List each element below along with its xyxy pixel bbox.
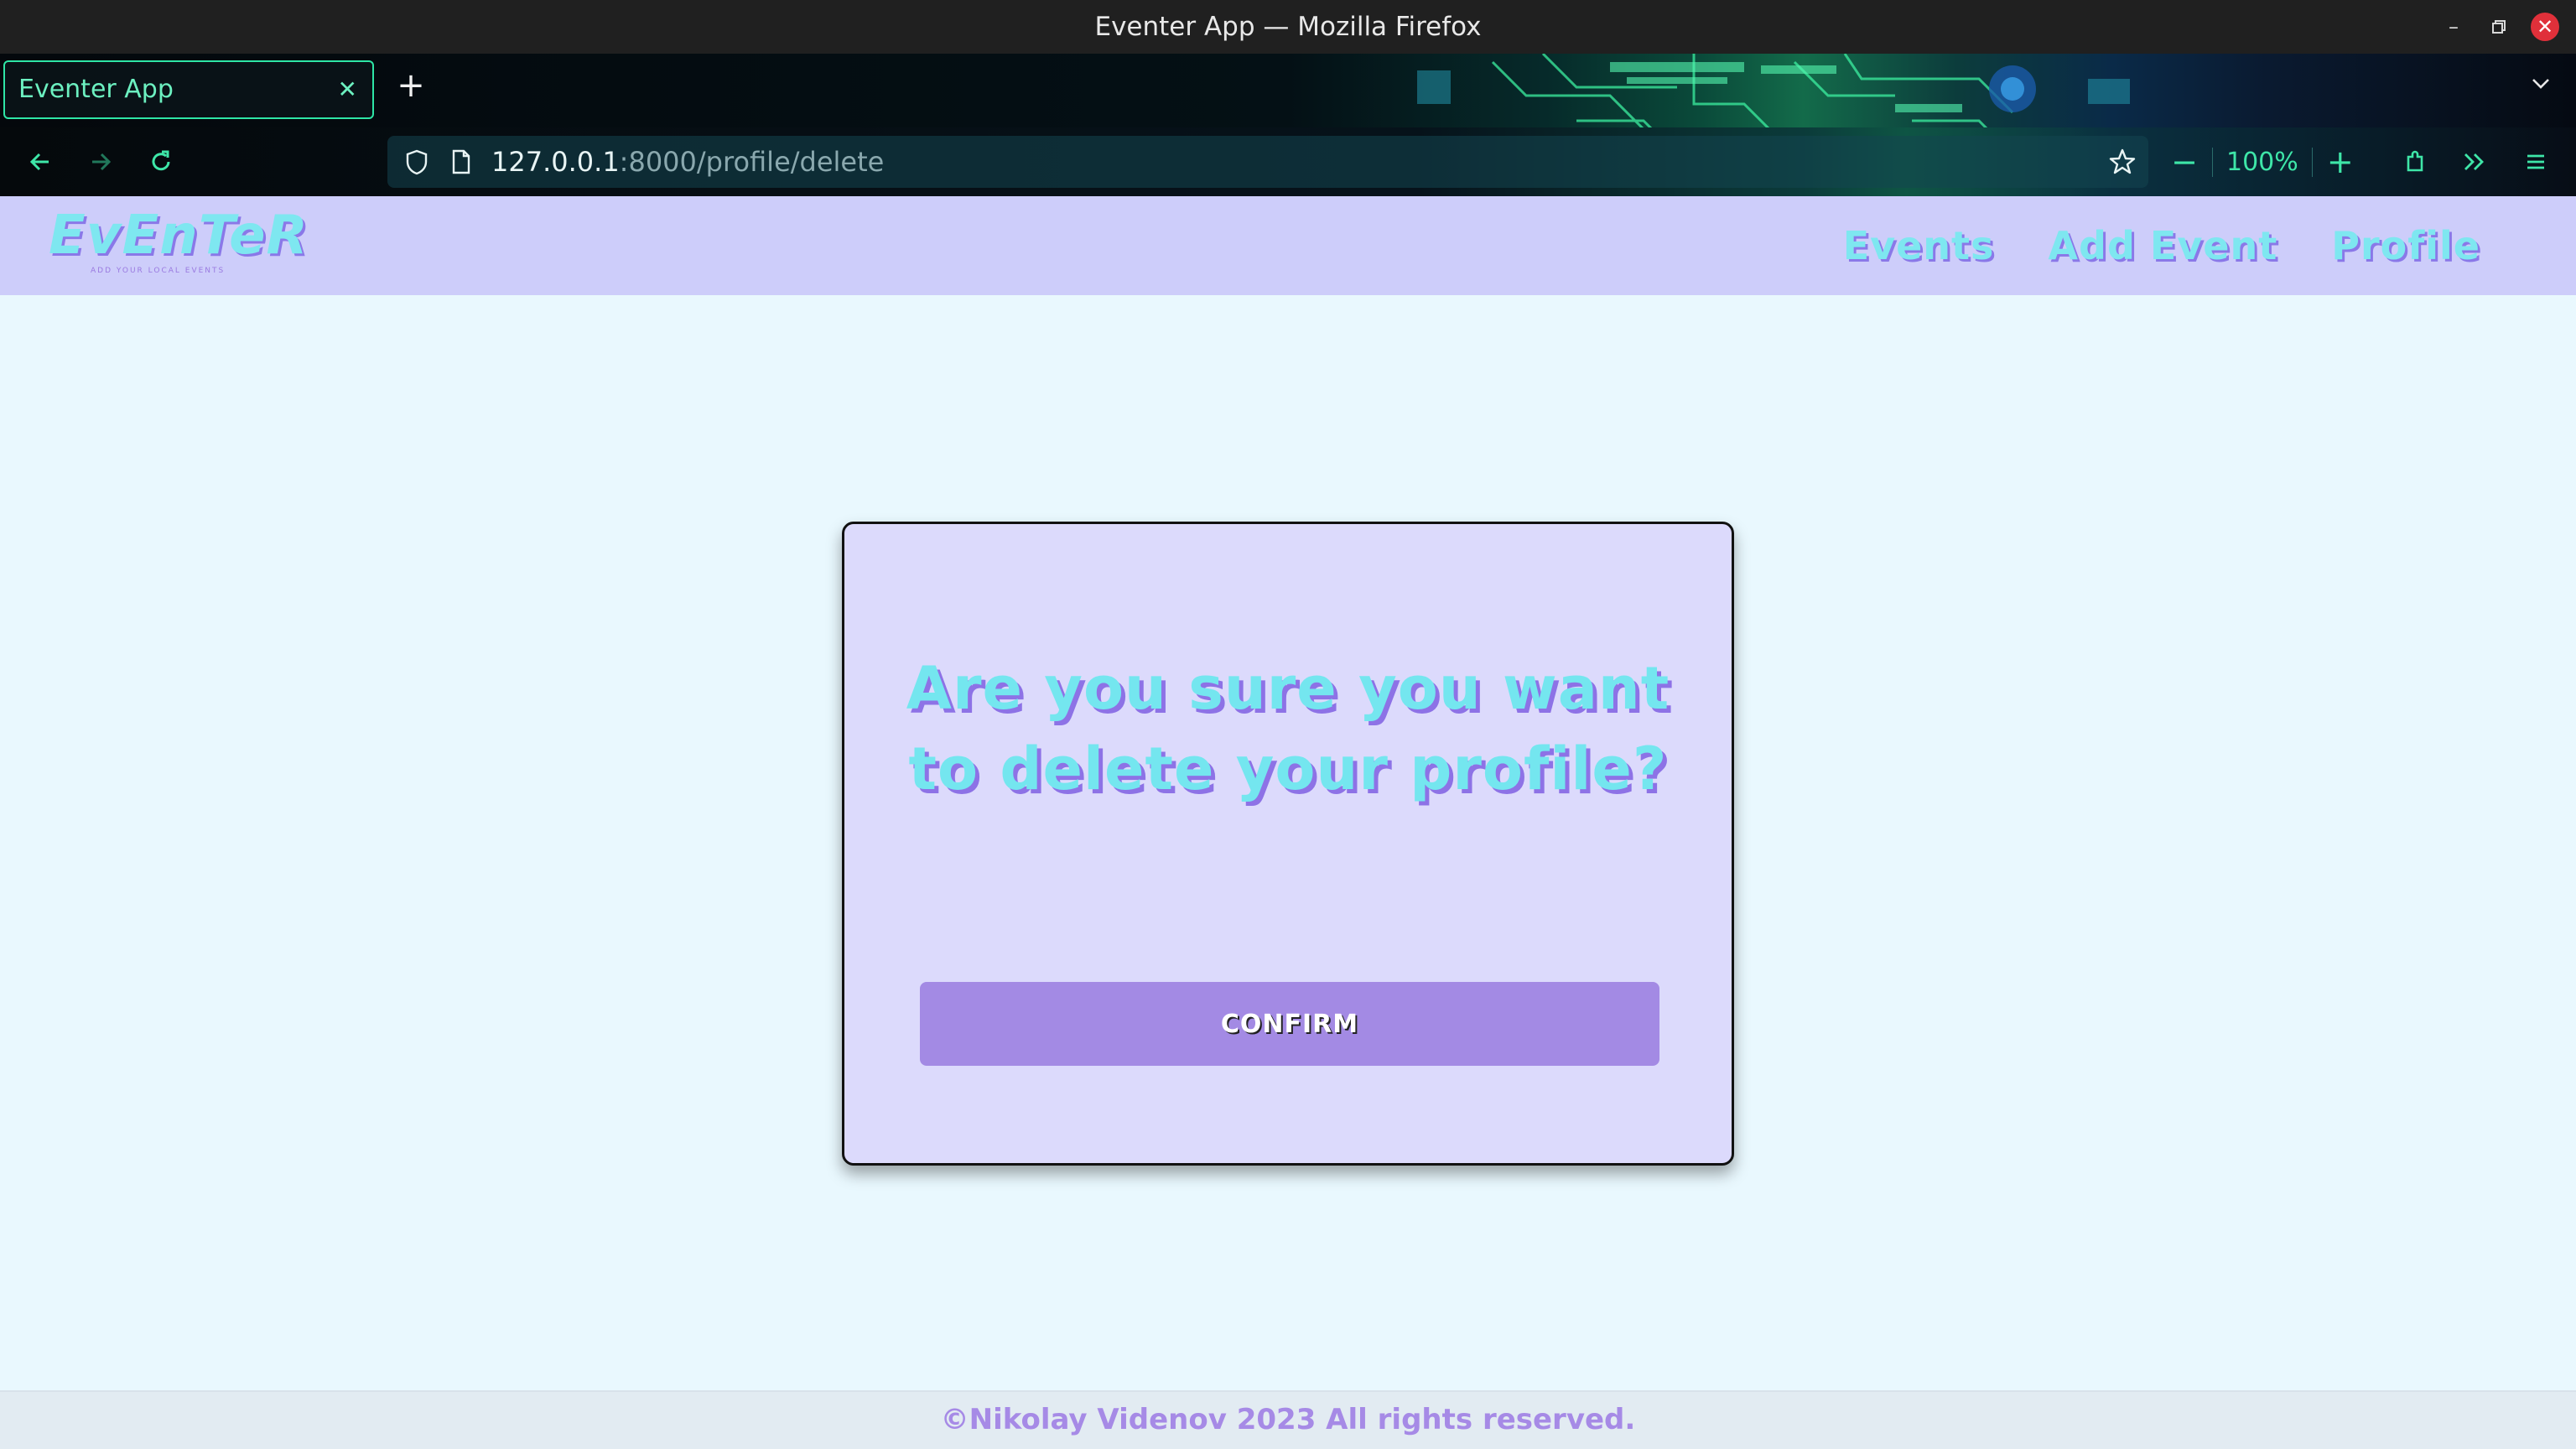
reload-icon[interactable]: [144, 145, 178, 179]
tab-strip: Eventer App ✕ +: [0, 54, 2576, 127]
hamburger-menu-icon[interactable]: [2519, 145, 2553, 179]
list-all-tabs-icon[interactable]: [2524, 70, 2558, 104]
site-logo[interactable]: EvEnTeR ADD YOUR LOCAL EVENTS: [49, 205, 308, 285]
bookmark-star-icon[interactable]: [2106, 146, 2138, 178]
logo-tagline: ADD YOUR LOCAL EVENTS: [91, 267, 226, 275]
url-text[interactable]: 127.0.0.1:8000/profile/delete: [491, 136, 884, 188]
new-tab-icon[interactable]: +: [394, 69, 428, 102]
site-header: EvEnTeR ADD YOUR LOCAL EVENTS Events Add…: [0, 196, 2576, 295]
logo-wordmark: EvEnTeR: [49, 205, 309, 267]
extensions-icon[interactable]: [2398, 145, 2432, 179]
back-icon[interactable]: [23, 145, 57, 179]
zoom-level[interactable]: 100%: [2212, 147, 2313, 177]
zoom-out-icon[interactable]: −: [2165, 143, 2204, 180]
delete-profile-card: Are you sure you want to delete your pro…: [842, 522, 1734, 1166]
page-info-icon[interactable]: [444, 146, 476, 178]
theme-background-image: [1417, 54, 2130, 127]
forward-icon[interactable]: [84, 145, 117, 179]
zoom-in-icon[interactable]: +: [2321, 143, 2360, 180]
site-footer: ©Nikolay Videnov 2023 All rights reserve…: [0, 1390, 2576, 1449]
nav-link-events[interactable]: Events: [1843, 223, 1995, 268]
window-title: Eventer App — Mozilla Firefox: [1094, 12, 1482, 42]
nav-link-profile[interactable]: Profile: [2331, 223, 2480, 268]
tracking-protection-icon[interactable]: [401, 146, 433, 178]
confirm-button[interactable]: CONFIRM: [920, 982, 1659, 1066]
window-titlebar: Eventer App — Mozilla Firefox – ✕: [0, 0, 2576, 54]
navigation-toolbar: 127.0.0.1:8000/profile/delete − 100% +: [0, 127, 2576, 196]
nav-link-add-event[interactable]: Add Event: [2048, 223, 2277, 268]
url-path: :8000/profile/delete: [619, 146, 885, 178]
more-tools-icon[interactable]: [2457, 145, 2490, 179]
minimize-icon[interactable]: –: [2438, 12, 2469, 42]
tab-eventer-app[interactable]: Eventer App ✕: [3, 60, 374, 119]
confirmation-heading: Are you sure you want to delete your pro…: [906, 654, 1670, 803]
copyright-text: ©Nikolay Videnov 2023 All rights reserve…: [940, 1403, 1636, 1436]
url-host: 127.0.0.1: [491, 146, 620, 178]
zoom-controls: − 100% +: [2165, 136, 2360, 188]
main-nav: Events Add Event Profile: [1843, 196, 2480, 295]
close-tab-icon[interactable]: ✕: [338, 62, 357, 117]
maximize-icon[interactable]: [2484, 12, 2514, 42]
tab-label: Eventer App: [18, 75, 174, 104]
close-window-icon[interactable]: ✕: [2531, 13, 2559, 41]
url-bar[interactable]: 127.0.0.1:8000/profile/delete: [387, 136, 2148, 188]
